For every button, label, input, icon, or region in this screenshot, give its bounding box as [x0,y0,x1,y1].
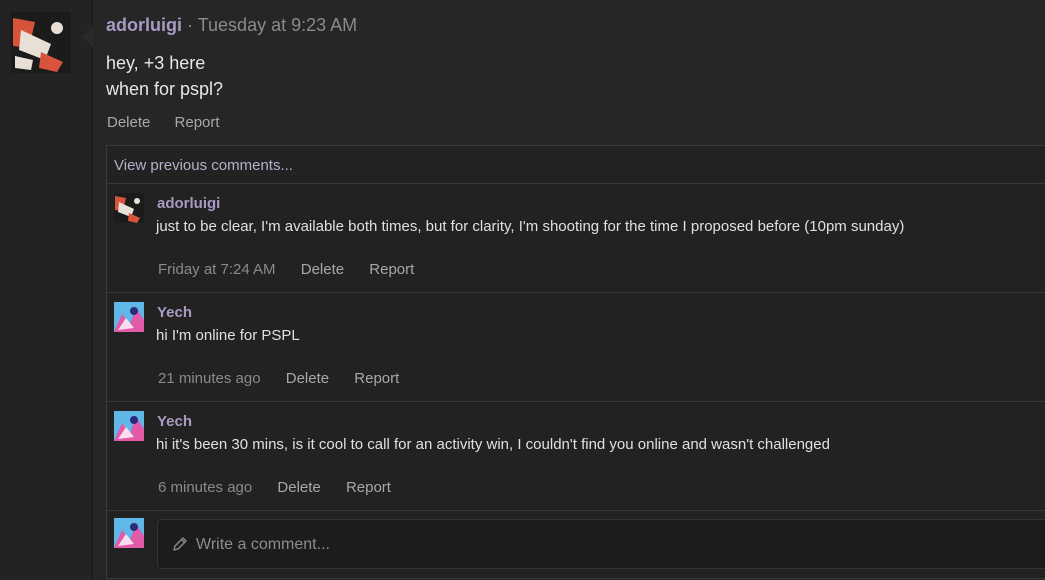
comment-input[interactable]: Write a comment... [157,519,1045,569]
comment-item: adorluigi just to be clear, I'm availabl… [107,184,1045,293]
post-body-line: hey, +3 here [106,53,206,73]
post-pointer [82,27,93,47]
composer-avatar [114,518,144,548]
post-report-button[interactable]: Report [175,114,220,131]
comment-delete-button[interactable]: Delete [277,479,320,496]
comment-composer-row: Write a comment... [107,511,1045,577]
comment-timestamp[interactable]: 6 minutes ago [158,479,252,496]
comment-timestamp[interactable]: Friday at 7:24 AM [158,261,276,278]
comment-text: just to be clear, I'm available both tim… [156,218,905,235]
post-actions: Delete Report [107,114,240,131]
post-body: hey, +3 here when for pspl? [106,50,223,102]
post-card: adorluigi · Tuesday at 9:23 AM hey, +3 h… [93,0,1045,580]
post-header: adorluigi · Tuesday at 9:23 AM [106,15,357,36]
comment-text: hi I'm online for PSPL [156,327,300,344]
comment-delete-button[interactable]: Delete [301,261,344,278]
pencil-icon [172,536,188,557]
comment-text: hi it's been 30 mins, is it cool to call… [156,436,830,453]
comment-avatar[interactable] [114,411,144,441]
comment-meta: Friday at 7:24 AM Delete Report [158,261,435,278]
comment-author[interactable]: Yech [157,413,192,430]
comment-item: Yech hi I'm online for PSPL 21 minutes a… [107,293,1045,402]
comment-report-button[interactable]: Report [346,479,391,496]
comment-author[interactable]: adorluigi [157,195,220,212]
post-author-avatar[interactable] [11,12,71,73]
post-author-name[interactable]: adorluigi [106,15,182,35]
comment-author[interactable]: Yech [157,304,192,321]
post-delete-button[interactable]: Delete [107,114,150,131]
comment-meta: 6 minutes ago Delete Report [158,479,412,496]
comment-report-button[interactable]: Report [369,261,414,278]
view-previous-comments-link[interactable]: View previous comments... [107,146,1045,184]
comment-meta: 21 minutes ago Delete Report [158,370,420,387]
comment-report-button[interactable]: Report [354,370,399,387]
comment-delete-button[interactable]: Delete [286,370,329,387]
post-separator: · [187,15,194,35]
post-timestamp[interactable]: Tuesday at 9:23 AM [198,15,357,35]
left-rail [0,0,92,580]
comment-item: Yech hi it's been 30 mins, is it cool to… [107,402,1045,511]
comments-section: View previous comments... adorluigi just… [106,145,1045,579]
comment-input-placeholder: Write a comment... [196,536,330,553]
comment-avatar[interactable] [114,193,144,223]
post-body-line: when for pspl? [106,79,224,99]
comment-timestamp[interactable]: 21 minutes ago [158,370,261,387]
comment-avatar[interactable] [114,302,144,332]
